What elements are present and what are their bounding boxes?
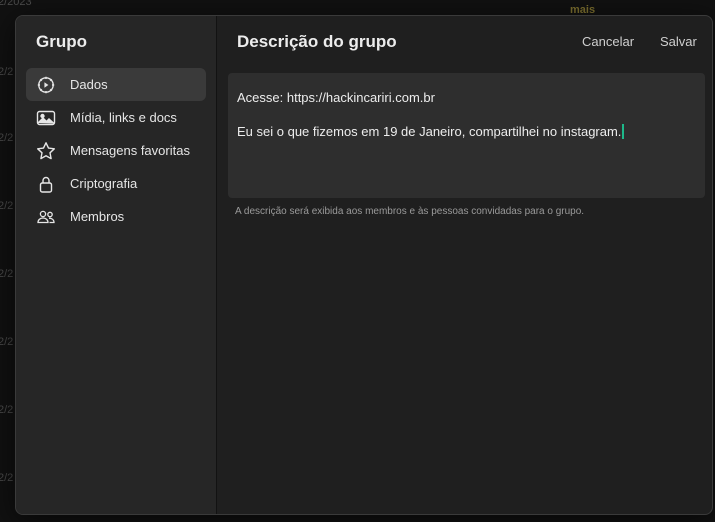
cancel-button[interactable]: Cancelar <box>582 34 634 49</box>
sidebar-title: Grupo <box>36 32 87 51</box>
background-date: 2/2 <box>0 268 14 280</box>
background-date: 2/2 <box>0 336 14 348</box>
sidebar-item-label: Mensagens favoritas <box>70 143 190 158</box>
sidebar-item-encryption[interactable]: Criptografia <box>26 167 206 200</box>
group-info-dialog: Grupo Dados Mídia, links e docs Mensagen… <box>15 15 713 515</box>
description-hint: A descrição será exibida aos membros e à… <box>235 206 585 217</box>
background-date: 2/2 <box>0 200 14 212</box>
sidebar-item-label: Membros <box>70 209 125 224</box>
photo-icon <box>36 108 56 128</box>
sidebar-item-media[interactable]: Mídia, links e docs <box>26 101 206 134</box>
sidebar-item-label: Criptografia <box>70 176 138 191</box>
sidebar-nav: Dados Mídia, links e docs Mensagens favo… <box>26 68 206 233</box>
text-caret <box>622 124 624 139</box>
background-date: 2/2 <box>0 132 14 144</box>
gear-icon <box>36 75 56 95</box>
background-date: 2/2 <box>0 404 14 416</box>
sidebar-item-label: Dados <box>70 77 108 92</box>
background-date: 2/2 <box>0 66 14 78</box>
background-date: 2/2023 <box>0 0 32 8</box>
sidebar-item-dados[interactable]: Dados <box>26 68 206 101</box>
main-panel: Descrição do grupo Cancelar Salvar Acess… <box>217 16 712 514</box>
page-title: Descrição do grupo <box>237 32 397 51</box>
lock-icon <box>36 174 56 194</box>
description-line: Acesse: https://hackincariri.com.br <box>237 90 435 105</box>
sidebar-item-starred[interactable]: Mensagens favoritas <box>26 134 206 167</box>
sidebar-item-members[interactable]: Membros <box>26 200 206 233</box>
star-icon <box>36 141 56 161</box>
sidebar-item-label: Mídia, links e docs <box>70 110 177 125</box>
save-button[interactable]: Salvar <box>660 34 697 49</box>
people-icon <box>36 207 56 227</box>
background-date: 2/2 <box>0 472 14 484</box>
sidebar: Grupo Dados Mídia, links e docs Mensagen… <box>16 16 217 514</box>
group-description-editor[interactable]: Acesse: https://hackincariri.com.br Eu s… <box>228 73 705 198</box>
description-line: Eu sei o que fizemos em 19 de Janeiro, c… <box>237 124 696 140</box>
